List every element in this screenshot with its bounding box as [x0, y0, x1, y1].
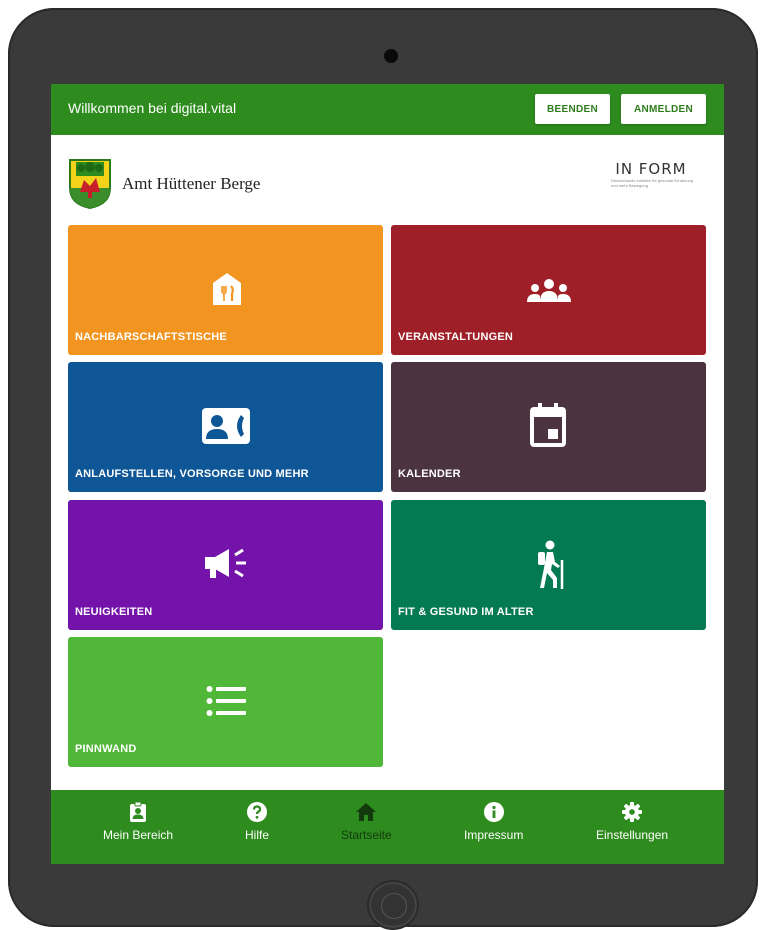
- municipality-brand: Amt Hüttener Berge: [68, 158, 260, 210]
- anmelden-button[interactable]: ANMELDEN: [621, 94, 706, 124]
- inform-wordmark: IN FORM: [615, 160, 687, 178]
- group-icon: [527, 279, 571, 302]
- beenden-button[interactable]: BEENDEN: [535, 94, 610, 124]
- clipboard-user-icon: [130, 802, 147, 822]
- top-bar: Willkommen bei digital.vital BEENDEN ANM…: [51, 84, 724, 135]
- tile-label: KALENDER: [398, 468, 461, 480]
- nav-hilfe[interactable]: Hilfe: [245, 802, 269, 842]
- list-icon: [206, 686, 246, 716]
- home-hardware-button[interactable]: [367, 880, 419, 930]
- nav-label: Hilfe: [245, 828, 270, 842]
- restaurant-house-icon: [213, 273, 241, 305]
- welcome-title: Willkommen bei digital.vital: [68, 100, 237, 116]
- tile-label: NACHBARSCHAFTSTISCHE: [75, 331, 227, 343]
- tile-anlaufstellen[interactable]: ANLAUFSTELLEN, VORSORGE UND MEHR: [68, 362, 383, 492]
- nav-impressum[interactable]: Impressum: [464, 802, 523, 842]
- coat-of-arms-icon: [69, 159, 111, 210]
- nav-label: Impressum: [464, 828, 524, 842]
- tile-fit-gesund[interactable]: FIT & GESUND IM ALTER: [391, 500, 706, 630]
- tile-neuigkeiten[interactable]: NEUIGKEITEN: [68, 500, 383, 630]
- gear-icon: [622, 802, 643, 822]
- nav-einstellungen[interactable]: Einstellungen: [596, 802, 668, 842]
- tile-label: NEUIGKEITEN: [75, 606, 153, 618]
- tile-label: PINNWAND: [75, 743, 137, 755]
- hiker-icon: [538, 540, 564, 589]
- nav-label: Startseite: [341, 828, 392, 842]
- tile-nachbarschaftstische[interactable]: NACHBARSCHAFTSTISCHE: [68, 225, 383, 355]
- nav-label: Einstellungen: [596, 828, 669, 842]
- info-icon: [483, 802, 504, 822]
- nav-mein-bereich[interactable]: Mein Bereich: [103, 802, 173, 842]
- tile-label: ANLAUFSTELLEN, VORSORGE UND MEHR: [75, 468, 309, 480]
- tile-label: FIT & GESUND IM ALTER: [398, 606, 534, 618]
- camera-dot: [384, 49, 398, 63]
- inform-tagline-2: und mehr Bewegung: [611, 183, 648, 188]
- app-screen: Willkommen bei digital.vital BEENDEN ANM…: [51, 84, 724, 864]
- inform-logo: IN FORM Deutschlands Initiative für gesu…: [597, 160, 705, 208]
- bottom-navigation: Mein Bereich Hilfe Startseite Impressum: [51, 790, 724, 864]
- tile-veranstaltungen[interactable]: VERANSTALTUNGEN: [391, 225, 706, 355]
- calendar-icon: [530, 403, 566, 447]
- tile-pinnwand[interactable]: PINNWAND: [68, 637, 383, 767]
- nav-startseite[interactable]: Startseite: [341, 802, 392, 842]
- tile-kalender[interactable]: KALENDER: [391, 362, 706, 492]
- help-icon: [247, 802, 267, 822]
- home-icon: [356, 803, 377, 821]
- megaphone-icon: [205, 548, 246, 578]
- nav-label: Mein Bereich: [103, 828, 174, 842]
- tile-label: VERANSTALTUNGEN: [398, 331, 514, 343]
- contact-phone-icon: [202, 408, 250, 444]
- municipality-name: Amt Hüttener Berge: [122, 174, 261, 193]
